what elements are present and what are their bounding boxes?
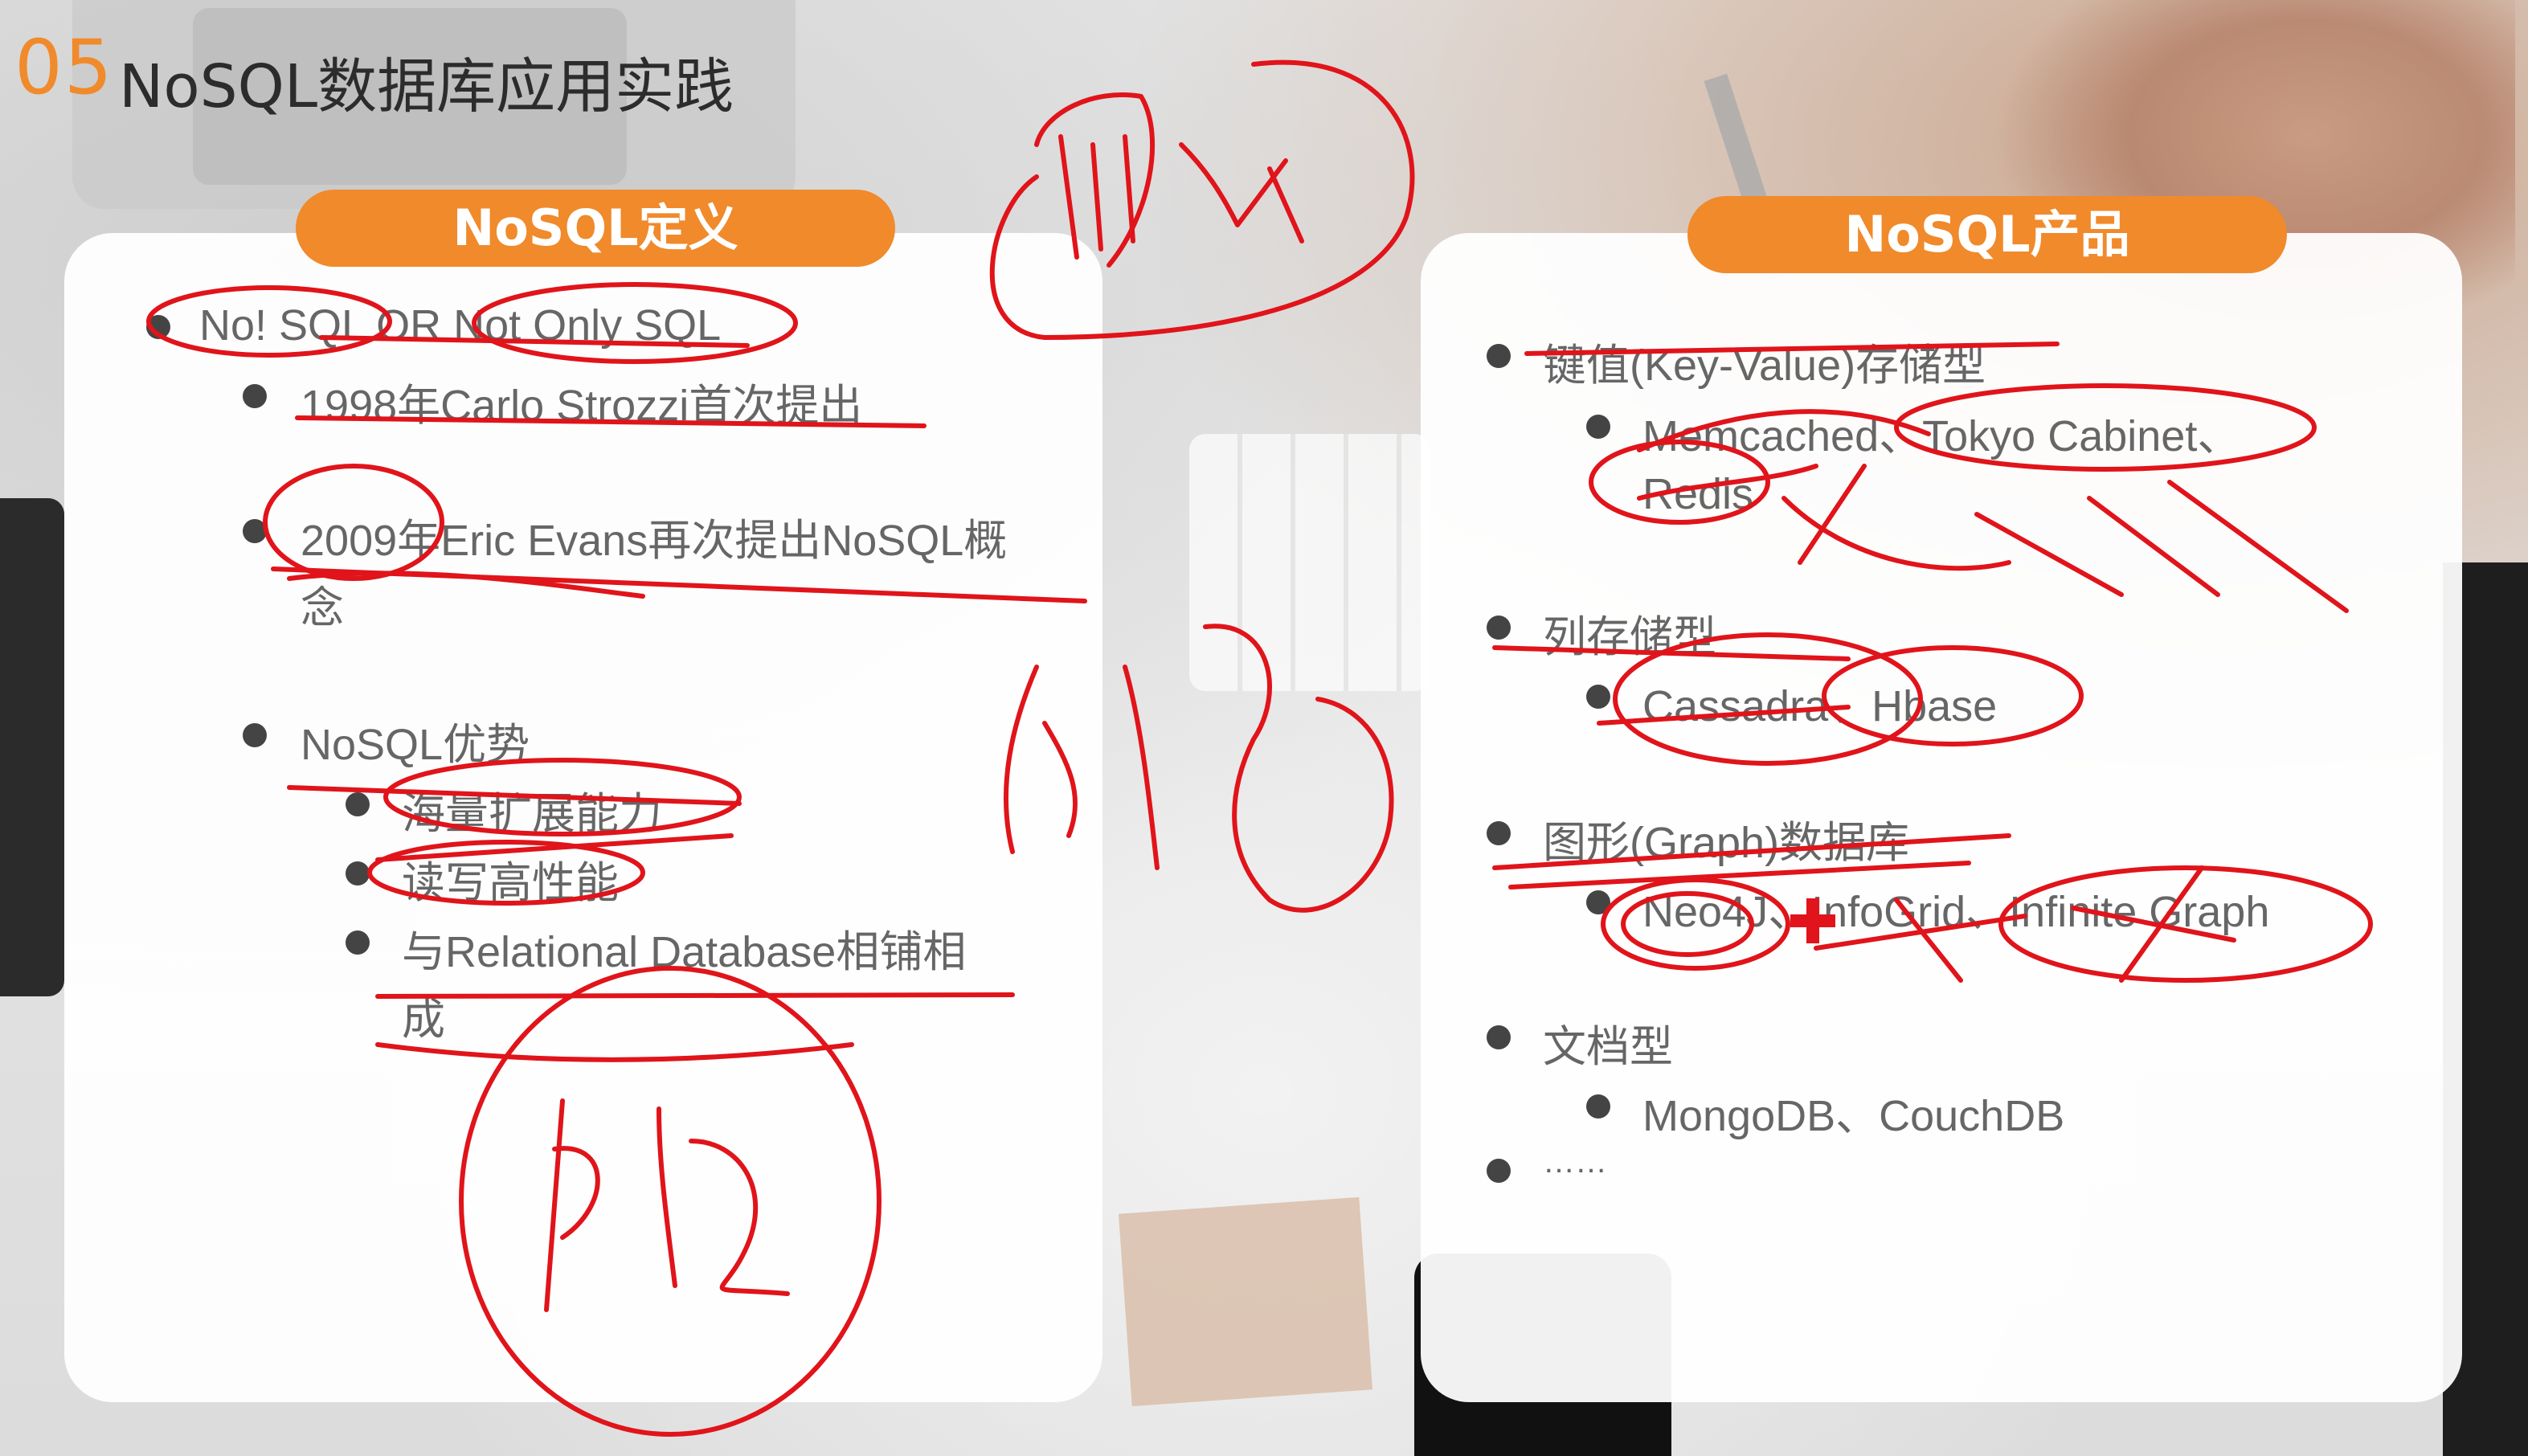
product-category: 图形(Graph)数据库 (1543, 819, 1910, 867)
slide-title: NoSQL数据库应用实践 (119, 52, 734, 121)
product-examples: MongoDB、CouchDB (1642, 1092, 2065, 1140)
background-box (1118, 1196, 1373, 1407)
bullet-icon (1586, 415, 1610, 439)
bullet-icon (1487, 1159, 1511, 1183)
product-examples: Neo4J、InfoGrid、Infinite Graph (1642, 888, 2270, 936)
bullet-icon (243, 723, 267, 747)
product-category: 文档型 (1543, 1023, 1673, 1071)
product-category: 列存储型 (1543, 613, 1716, 661)
bullet-icon (243, 384, 267, 408)
bullet-icon (1487, 344, 1511, 368)
bullet-icon (1487, 821, 1511, 845)
products-header: NoSQL产品 (1687, 196, 2287, 273)
bullet-icon (146, 315, 170, 339)
product-examples-continued: Redis (1642, 470, 1754, 518)
red-crosshair-cursor-icon (1790, 898, 1835, 943)
bullet-icon (1487, 1025, 1511, 1049)
definition-subitem: 1998年Carlo Strozzi首次提出 (301, 382, 863, 430)
advantage-item-continued: 成 (402, 996, 445, 1044)
bullet-icon (1586, 1094, 1610, 1119)
bullet-icon (1586, 890, 1610, 914)
bullet-icon (243, 519, 267, 543)
definition-subitem: NoSQL优势 (301, 721, 530, 769)
bullet-icon (1487, 616, 1511, 640)
bullet-icon (346, 861, 370, 885)
product-category-more: …… (1543, 1144, 1607, 1180)
bullet-icon (346, 930, 370, 955)
definition-header: NoSQL定义 (296, 190, 895, 267)
bullet-icon (1586, 685, 1610, 709)
advantage-item: 与Relational Database相铺相 (402, 928, 967, 976)
definition-subitem: 2009年Eric Evans再次提出NoSQL概 (301, 517, 1008, 565)
background-keypad (1189, 434, 1430, 691)
definition-subitem-continued: 念 (301, 584, 344, 632)
advantage-item: 读写高性能 (402, 859, 619, 907)
background-keyboard (0, 498, 64, 996)
product-examples: Cassadra、Hbase (1642, 682, 1998, 730)
advantage-item: 海量扩展能力 (402, 790, 662, 838)
definition-item: No! SQL OR Not Only SQL (199, 301, 722, 350)
slide-number: 05 (14, 24, 114, 112)
bullet-icon (346, 792, 370, 816)
product-category: 键值(Key-Value)存储型 (1543, 342, 1986, 390)
product-examples: Memcached、Tokyo Cabinet、 (1642, 412, 2241, 460)
